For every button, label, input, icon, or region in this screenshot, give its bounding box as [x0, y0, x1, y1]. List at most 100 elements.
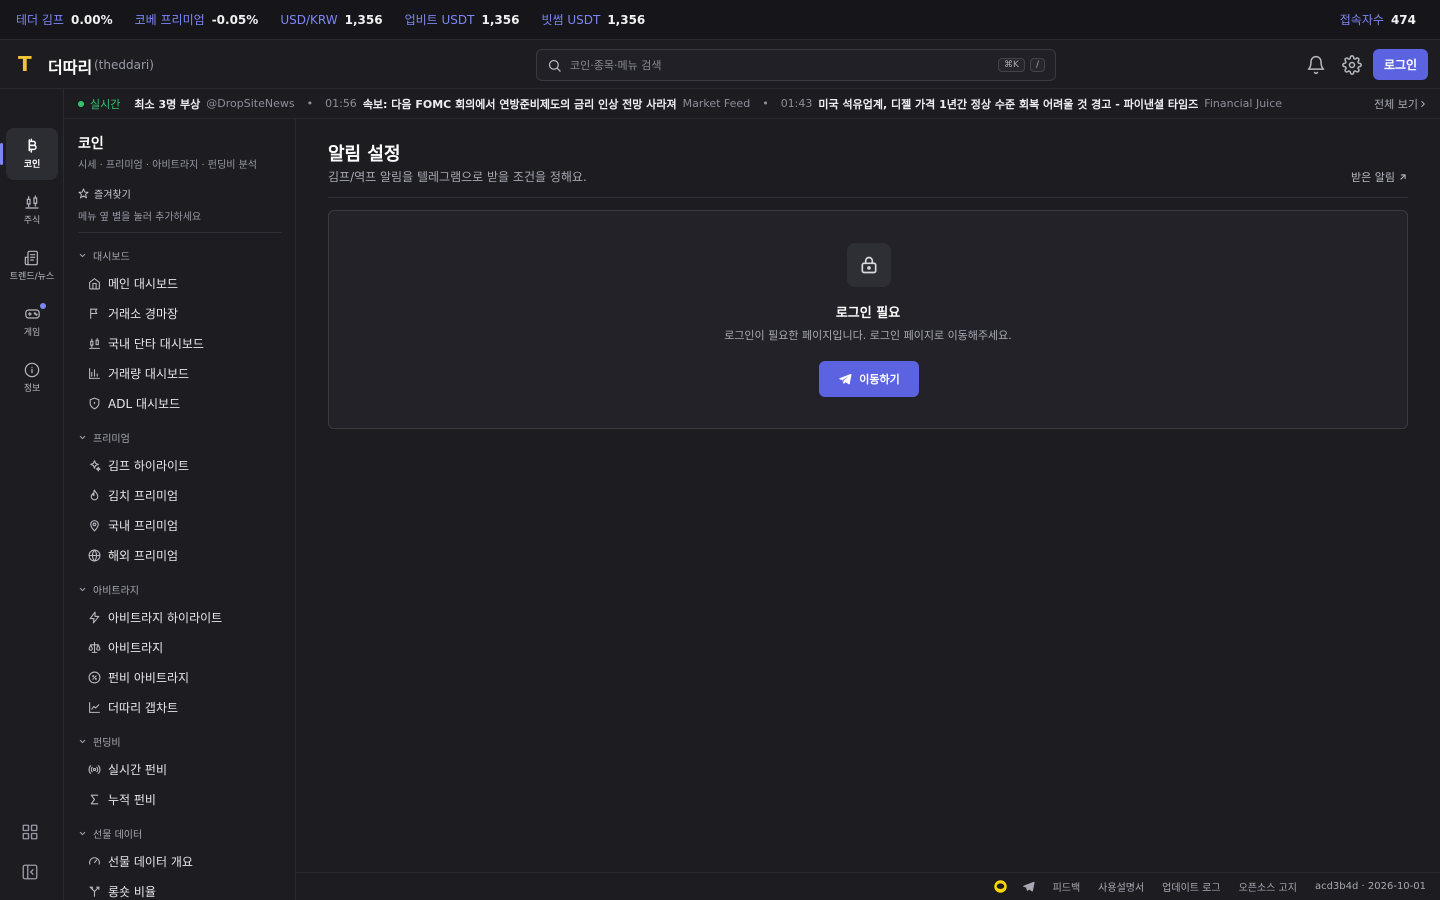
news-item[interactable]: 최소 3명 부상 @DropSiteNews	[134, 96, 294, 112]
sidebar-item-domestic-premium[interactable]: 국내 프리미엄	[88, 513, 278, 537]
chevron-right-icon	[1418, 99, 1428, 109]
sidebar-item-long-short-ratio[interactable]: 롱숏 비율	[88, 879, 278, 900]
main-content: 알림 설정 김프/역프 알림을 텔레그램으로 받을 조건을 정해요. 받은 알림…	[296, 119, 1440, 872]
received-alerts-link[interactable]: 받은 알림	[1351, 169, 1408, 185]
global-search[interactable]: ⌘K /	[536, 49, 1056, 81]
ticker-bithumb-usdt: 빗썸 USDT 1,356	[541, 12, 646, 28]
chevron-down-icon	[78, 251, 93, 260]
news-item[interactable]: 01:43 미국 석유업계, 디젤 가격 1년간 정상 수준 회복 어려울 것 경…	[781, 96, 1282, 112]
sidebar: 코인 시세 · 프리미엄 · 아비트라지 · 펀딩비 분석 즐겨찾기 메뉴 옆 …	[64, 119, 296, 900]
gamepad-icon	[24, 306, 41, 325]
sidebar-item-adl-dashboard[interactable]: ADL 대시보드	[88, 391, 278, 415]
brand-subtitle: (theddari)	[94, 58, 154, 72]
news-item[interactable]: 01:56 속보: 다음 FOMC 회의에서 연방준비제도의 금리 인상 전망 사…	[325, 96, 750, 112]
ticker-usd-krw: USD/KRW 1,356	[280, 12, 383, 27]
news-separator: •	[306, 97, 314, 110]
sidebar-toggle-icon[interactable]	[21, 863, 41, 883]
sidebar-item-arbitrage[interactable]: 아비트라지	[88, 635, 278, 659]
brand-name[interactable]: 더따리	[48, 54, 92, 78]
bitcoin-icon	[24, 138, 40, 157]
rail-item-info[interactable]: 정보	[6, 352, 58, 404]
group-premium[interactable]: 프리미엄	[78, 430, 130, 445]
sidebar-item-gap-chart[interactable]: 더따리 갭차트	[88, 695, 278, 719]
candlestick-icon	[88, 337, 108, 350]
rail-active-indicator	[0, 143, 3, 165]
rail-item-trend-news[interactable]: 트렌드/뉴스	[6, 240, 58, 292]
group-dashboard[interactable]: 대시보드	[78, 248, 130, 263]
sidebar-item-funding-arbitrage[interactable]: 펀비 아비트라지	[88, 665, 278, 689]
telegram-icon[interactable]	[1022, 880, 1035, 893]
shortcut-slash: /	[1029, 58, 1045, 72]
group-funding[interactable]: 펀딩비	[78, 734, 121, 749]
sidebar-title: 코인	[78, 136, 104, 152]
line-chart-icon	[88, 701, 108, 714]
icon-rail: 코인 주식 트렌드/뉴스 게임 정보	[0, 89, 64, 900]
chevron-down-icon	[78, 585, 93, 594]
map-pin-icon	[88, 519, 108, 532]
ticker-upbit-usdt: 업비트 USDT 1,356	[404, 12, 520, 28]
news-ticker: 실시간 최소 3명 부상 @DropSiteNews • 01:56 속보: 다음 …	[64, 89, 1440, 119]
newspaper-icon	[24, 250, 40, 269]
flame-icon	[88, 489, 108, 502]
star-icon	[78, 188, 94, 199]
sidebar-item-cumulative-funding[interactable]: 누적 펀비	[88, 787, 278, 811]
sidebar-item-volume-dashboard[interactable]: 거래량 대시보드	[88, 361, 278, 385]
login-button[interactable]: 로그인	[1373, 49, 1428, 80]
search-icon	[547, 58, 562, 73]
broadcast-icon	[88, 763, 108, 776]
telegram-icon	[838, 372, 859, 386]
kakao-chat-icon[interactable]	[993, 879, 1008, 894]
scale-icon	[88, 641, 108, 654]
news-view-all-link[interactable]: 전체 보기	[1360, 95, 1440, 112]
sigma-icon	[88, 793, 108, 806]
arrow-up-right-icon	[1395, 172, 1408, 182]
rail-item-coin[interactable]: 코인	[6, 128, 58, 180]
ticker-coinbase-premium: 코베 프리미엄 -0.05%	[134, 12, 259, 28]
footer: 피드백 사용설명서 업데이트 로그 오픈소스 고지 acd3b4d · 2026…	[296, 872, 1440, 900]
footer-version: acd3b4d · 2026-10-01	[1314, 881, 1426, 892]
rail-item-stock[interactable]: 주식	[6, 184, 58, 236]
shortcut-cmd-k: ⌘K	[998, 58, 1025, 72]
group-futures[interactable]: 선물 데이터	[78, 826, 142, 841]
shield-icon	[88, 397, 108, 410]
bell-icon[interactable]	[1306, 55, 1326, 75]
percent-circle-icon	[88, 671, 108, 684]
login-required-description: 로그인이 필요한 페이지입니다. 로그인 페이지로 이동해주세요.	[724, 329, 1012, 342]
sidebar-item-arbitrage-highlight[interactable]: 아비트라지 하이라이트	[88, 605, 278, 629]
info-icon	[24, 362, 40, 381]
app-header: T 더따리 (theddari) ⌘K / 로그인	[0, 40, 1440, 89]
sidebar-item-futures-overview[interactable]: 선물 데이터 개요	[88, 849, 278, 873]
rail-item-game[interactable]: 게임	[6, 296, 58, 348]
sidebar-item-domestic-scalp-dashboard[interactable]: 국내 단타 대시보드	[88, 331, 278, 355]
favorites-header[interactable]: 즐겨찾기	[78, 186, 131, 201]
logo[interactable]: T	[18, 52, 32, 76]
favorites-hint: 메뉴 옆 별을 눌러 추가하세요	[78, 212, 202, 223]
globe-icon	[88, 548, 108, 562]
sidebar-divider	[78, 232, 282, 233]
sidebar-item-main-dashboard[interactable]: 메인 대시보드	[88, 271, 278, 295]
news-track: 최소 3명 부상 @DropSiteNews • 01:56 속보: 다음 FOMC…	[134, 96, 1360, 112]
sidebar-item-kimp-highlight[interactable]: 김프 하이라이트	[88, 453, 278, 477]
chevron-down-icon	[78, 829, 93, 838]
sidebar-item-realtime-funding[interactable]: 실시간 펀비	[88, 757, 278, 781]
login-required-title: 로그인 필요	[835, 306, 901, 321]
ticker-tether-kimp: 테더 김프 0.00%	[16, 12, 113, 28]
page-subtitle: 김프/역프 알림을 텔레그램으로 받을 조건을 정해요.	[328, 170, 587, 184]
news-separator: •	[762, 97, 769, 110]
lightning-icon	[88, 611, 108, 624]
footer-oss-link[interactable]: 오픈소스 고지	[1239, 879, 1297, 894]
gauge-icon	[88, 855, 108, 868]
sidebar-item-overseas-premium[interactable]: 해외 프리미엄	[88, 543, 278, 567]
footer-feedback-link[interactable]: 피드백	[1053, 879, 1081, 894]
footer-manual-link[interactable]: 사용설명서	[1098, 879, 1144, 894]
notification-dot	[40, 303, 46, 309]
apps-grid-icon[interactable]	[21, 823, 41, 843]
sidebar-item-exchange-race[interactable]: 거래소 경마장	[88, 301, 278, 325]
go-to-login-button[interactable]: 이동하기	[819, 361, 919, 397]
market-ticker-bar: 테더 김프 0.00% 코베 프리미엄 -0.05% USD/KRW 1,356 업비…	[0, 0, 1440, 40]
search-input[interactable]	[570, 58, 994, 72]
gear-icon[interactable]	[1342, 55, 1362, 75]
footer-changelog-link[interactable]: 업데이트 로그	[1162, 879, 1220, 894]
group-arbitrage[interactable]: 아비트라지	[78, 582, 139, 597]
sidebar-item-kimchi-premium[interactable]: 김치 프리미엄	[88, 483, 278, 507]
